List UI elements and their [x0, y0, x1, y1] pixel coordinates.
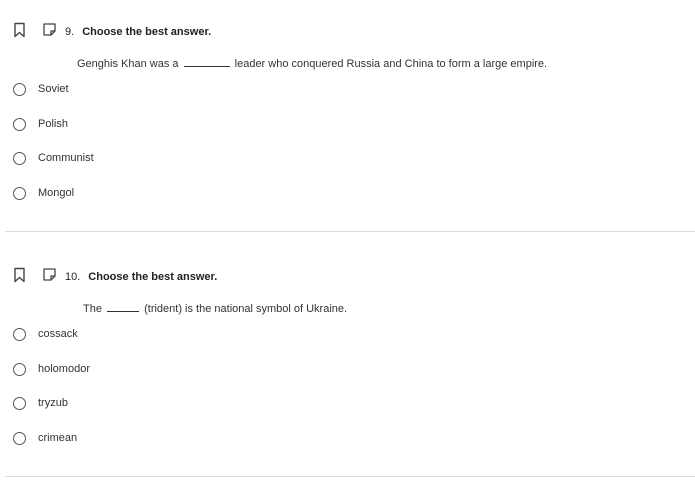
question-stem: Genghis Khan was a leader who conquered … [77, 56, 547, 70]
question-number: 9. [65, 26, 75, 38]
stem-text-after: leader who conquered Russia and China to… [234, 58, 548, 70]
answer-option-label: Mongol [38, 187, 75, 199]
answer-option-label: tryzub [38, 397, 68, 409]
question-instruction: Choose the best answer. [88, 271, 218, 283]
fill-in-blank [107, 301, 140, 312]
stem-text-before: The [83, 303, 102, 315]
radio-button[interactable] [13, 118, 26, 131]
answer-option-label: crimean [38, 432, 78, 444]
radio-button[interactable] [13, 187, 26, 200]
question-header: 10. Choose the best answer. [65, 271, 217, 283]
question-instruction: Choose the best answer. [82, 26, 212, 38]
answer-option[interactable]: Communist [0, 148, 300, 174]
note-icon[interactable] [42, 267, 57, 282]
answer-option[interactable]: Soviet [0, 79, 300, 105]
answer-option-label: Soviet [38, 83, 69, 95]
answer-option[interactable]: tryzub [0, 393, 300, 419]
note-icon[interactable] [42, 22, 57, 37]
question-divider [5, 231, 695, 232]
question-stem: The (trident) is the national symbol of … [83, 301, 347, 315]
bookmark-icon[interactable] [13, 22, 26, 38]
answer-option[interactable]: Polish [0, 114, 300, 140]
radio-button[interactable] [13, 432, 26, 445]
radio-button[interactable] [13, 397, 26, 410]
stem-text-after: (trident) is the national symbol of Ukra… [144, 303, 348, 315]
answer-option[interactable]: Mongol [0, 183, 300, 209]
question-divider [5, 476, 695, 477]
radio-button[interactable] [13, 363, 26, 376]
radio-button[interactable] [13, 83, 26, 96]
stem-text-before: Genghis Khan was a [77, 58, 179, 70]
answer-option-label: Polish [38, 118, 68, 130]
question-header: 9. Choose the best answer. [65, 26, 211, 38]
answer-option-label: Communist [38, 152, 94, 164]
answer-option-label: cossack [38, 328, 78, 340]
answer-option[interactable]: crimean [0, 428, 300, 454]
radio-button[interactable] [13, 328, 26, 341]
answer-option[interactable]: holomodor [0, 359, 300, 385]
fill-in-blank [183, 56, 230, 67]
answer-option[interactable]: cossack [0, 324, 300, 350]
radio-button[interactable] [13, 152, 26, 165]
answer-option-label: holomodor [38, 363, 90, 375]
bookmark-icon[interactable] [13, 267, 26, 283]
question-number: 10. [65, 271, 81, 283]
